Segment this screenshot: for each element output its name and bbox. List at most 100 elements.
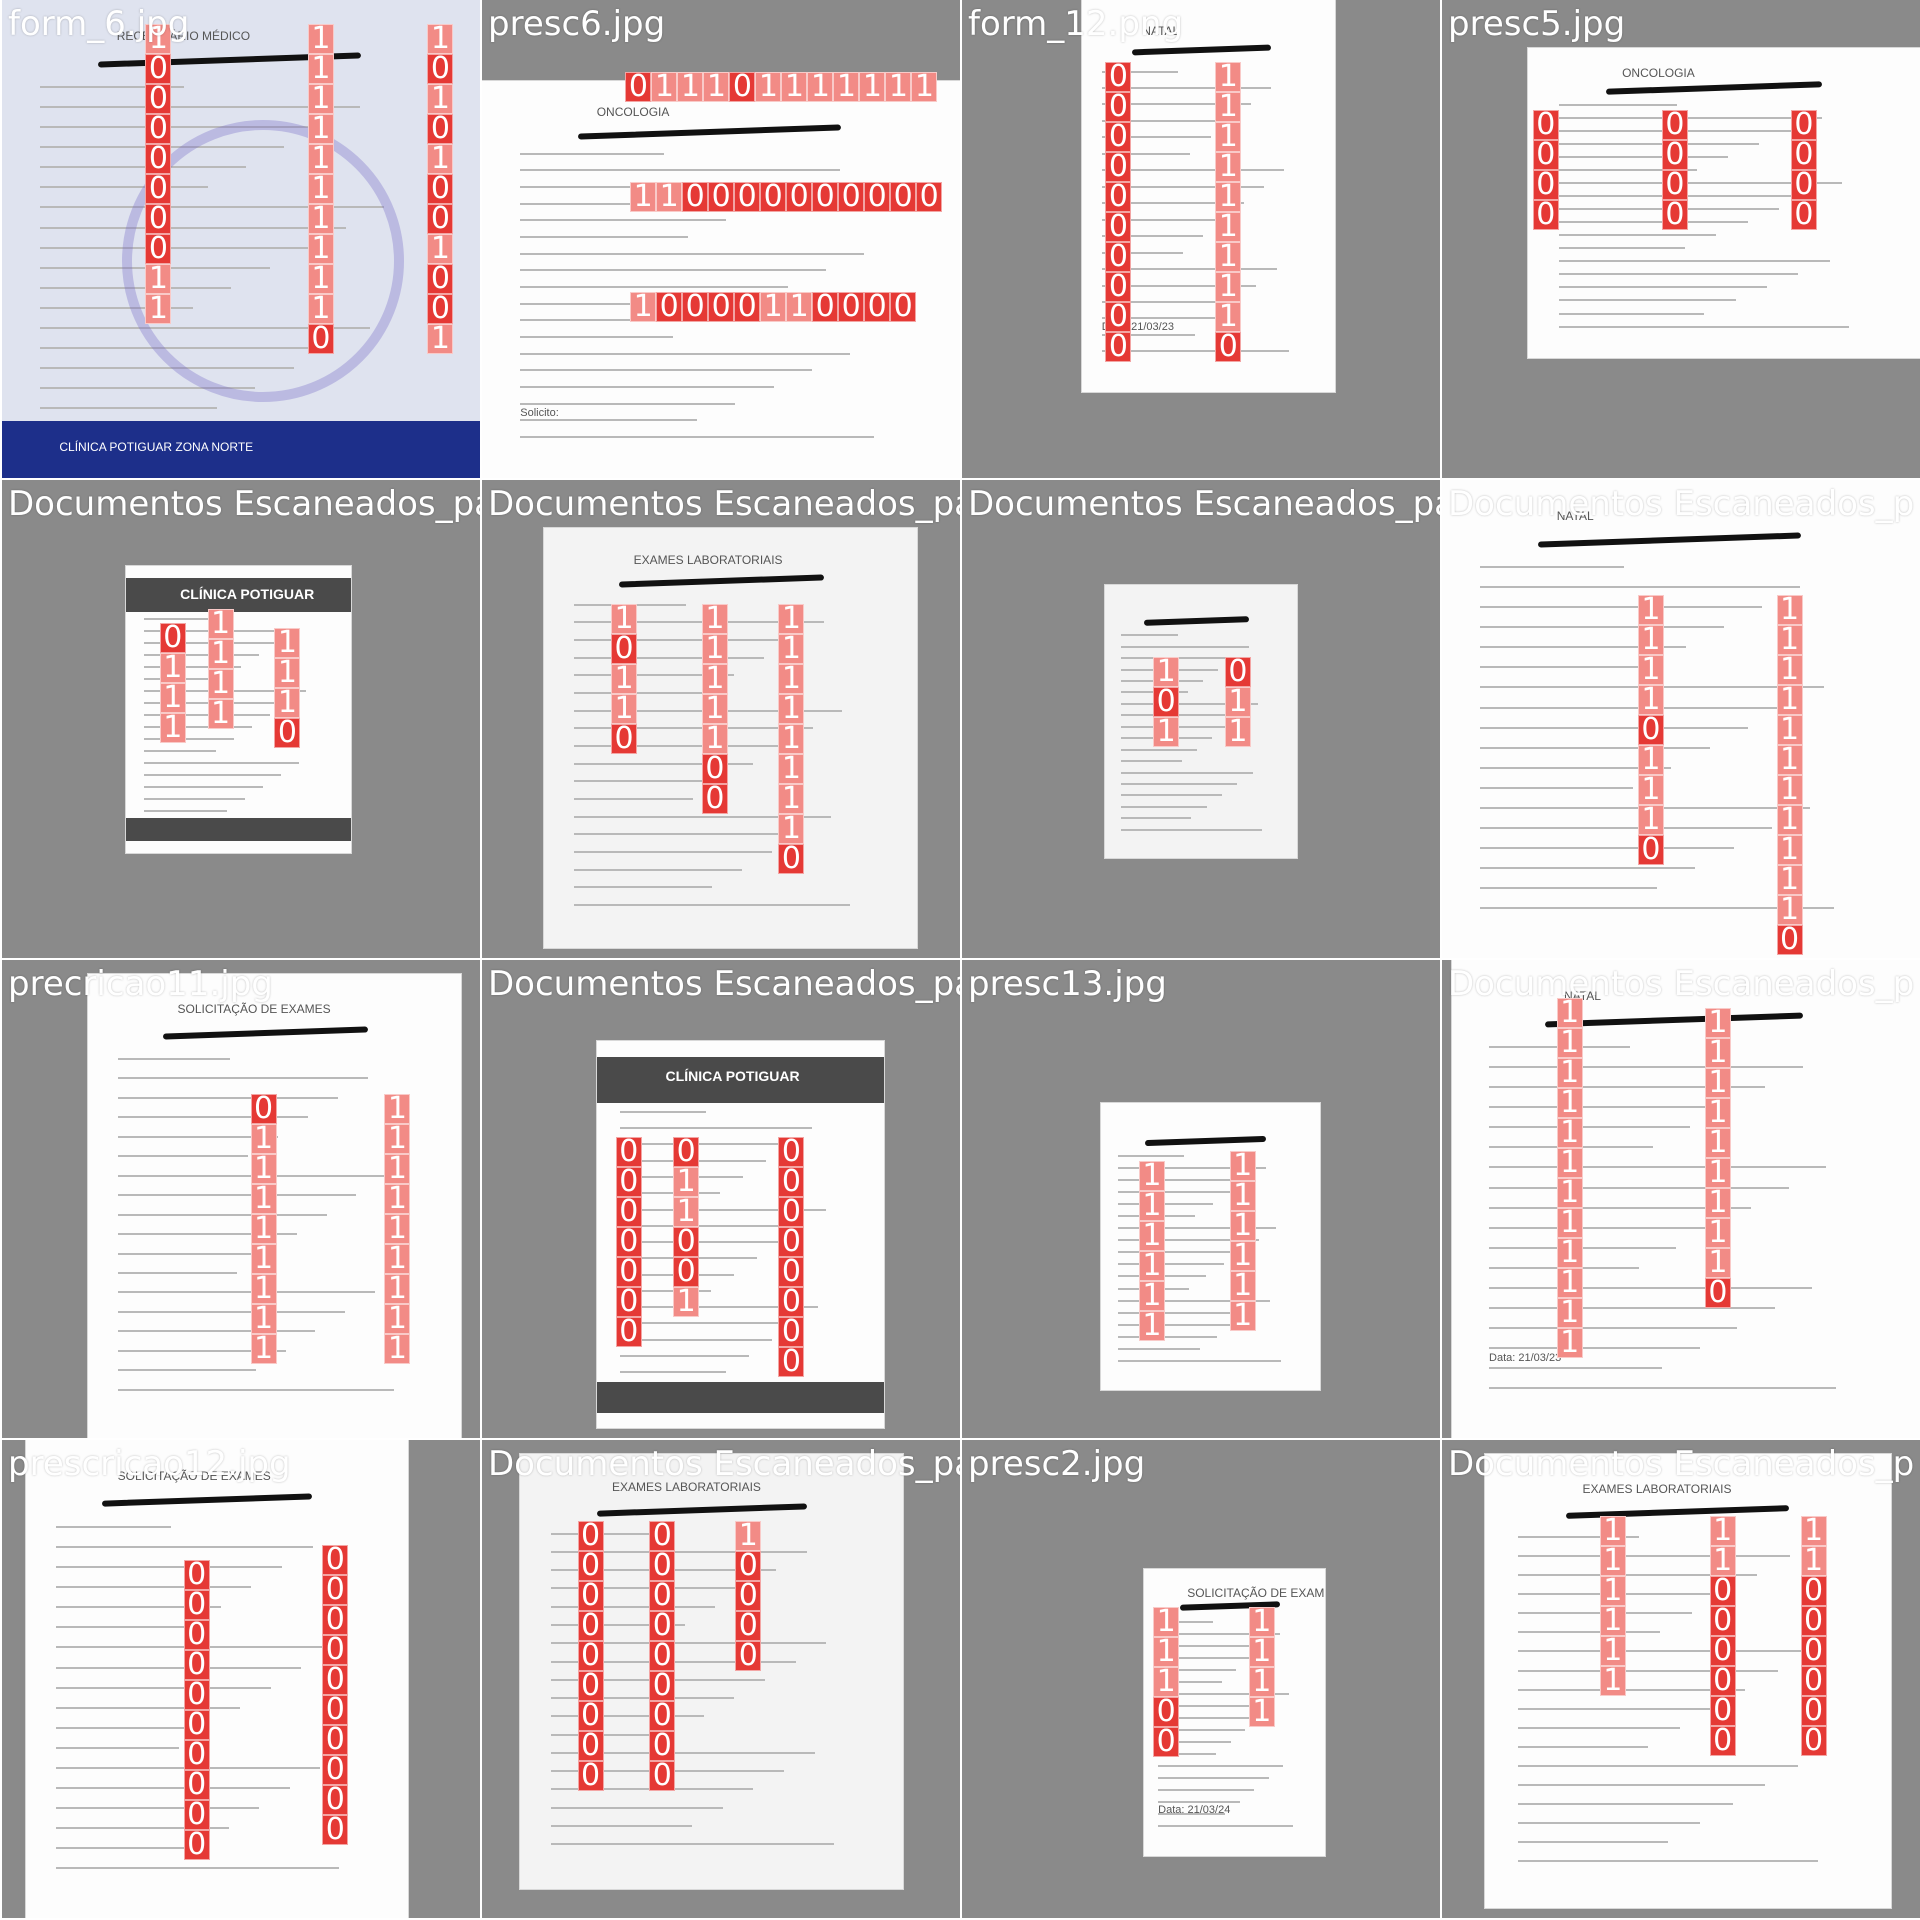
prediction-cell: 0 xyxy=(615,1286,642,1317)
prediction-column: 0000000000 xyxy=(322,1545,349,1846)
document-line xyxy=(1480,606,1763,609)
document-line xyxy=(1517,1784,1766,1786)
document-line xyxy=(117,1291,376,1294)
document-line xyxy=(56,1586,252,1589)
prediction-cell: 1 xyxy=(1215,92,1242,123)
document-line xyxy=(1480,746,1710,749)
prediction-column: 111111111111 xyxy=(1556,998,1583,1359)
document-line xyxy=(1118,1155,1185,1157)
prediction-cell: 0 xyxy=(1532,169,1559,200)
image-filename-label: Documentos Escaneados_page-0001.jpg xyxy=(8,484,480,524)
prediction-cell: 1 xyxy=(1229,1241,1256,1272)
document-line xyxy=(1120,828,1263,831)
prediction-cell: 0 xyxy=(890,291,917,322)
prediction-cell: 1 xyxy=(384,1303,411,1334)
prediction-cell: 0 xyxy=(615,1196,642,1227)
result-tile: ONCOLOGIA Solicito: 0 1 1 1 0 1 1 1 1 1 1 1 1 1 0 0 0 0 0 0 0 0… xyxy=(482,0,960,478)
prediction-cell: 1 xyxy=(159,713,186,744)
footer-band xyxy=(126,818,351,842)
prediction-cell: 1 xyxy=(1709,1516,1736,1547)
document-line xyxy=(520,235,688,238)
prediction-column: 011101111111 xyxy=(625,71,938,102)
document-line xyxy=(1489,1166,1827,1169)
prediction-cell: 1 xyxy=(701,724,728,755)
prediction-column: 0000000000 xyxy=(183,1559,210,1860)
prediction-cell: 0 xyxy=(183,1649,210,1680)
document-line xyxy=(1158,1765,1284,1768)
image-filename-label: presc13.jpg xyxy=(968,964,1167,1004)
prediction-cell: 0 xyxy=(250,1093,277,1124)
prediction-cell: 1 xyxy=(673,1196,700,1227)
document-line xyxy=(1559,299,1736,302)
result-tile: EXAMES LABORATORIAIS 1 1 1 1 1 1 1 1 0 0 0 0 0 0 1 1 0 0 0 0… xyxy=(1442,1440,1920,1918)
prediction-cell: 1 xyxy=(656,181,683,212)
prediction-cell: 0 xyxy=(778,1346,805,1377)
prediction-cell: 0 xyxy=(1224,656,1251,687)
prediction-cell: 1 xyxy=(427,233,454,264)
prediction-cell: 1 xyxy=(673,1166,700,1197)
prediction-cell: 0 xyxy=(1105,242,1132,273)
prediction-cell: 0 xyxy=(838,181,865,212)
prediction-cell: 1 xyxy=(250,1303,277,1334)
document-line xyxy=(56,1526,172,1529)
document-image xyxy=(1100,1103,1321,1391)
document-line xyxy=(619,1354,749,1357)
prediction-cell: 1 xyxy=(781,71,808,102)
prediction-cell: 1 xyxy=(1224,686,1251,717)
image-filename-label: Documentos Escaneados_p xyxy=(1448,484,1915,524)
document-line xyxy=(1120,771,1253,774)
prediction-cell: 1 xyxy=(1556,1028,1583,1059)
prediction-cell: 0 xyxy=(1105,62,1132,93)
prediction-cell: 1 xyxy=(1556,1238,1583,1269)
prediction-cell: 0 xyxy=(1709,1666,1736,1697)
prediction-cell: 1 xyxy=(1224,716,1251,747)
document-line xyxy=(619,1110,706,1113)
prediction-cell: 0 xyxy=(1709,1606,1736,1637)
prediction-cell: 0 xyxy=(1105,152,1132,183)
prediction-cell: 1 xyxy=(1229,1211,1256,1242)
prediction-column: 000000000 xyxy=(649,1521,676,1792)
image-filename-label: form_12.png xyxy=(968,4,1184,44)
document-line xyxy=(1559,325,1850,328)
document-line xyxy=(1480,726,1748,729)
document-line xyxy=(144,774,282,777)
prediction-cell: 1 xyxy=(1556,1058,1583,1089)
document-line xyxy=(1480,786,1634,789)
document-line xyxy=(520,369,812,372)
prediction-cell: 1 xyxy=(1704,1157,1731,1188)
prediction-column: 011001 xyxy=(673,1136,700,1317)
document-line xyxy=(1118,1359,1281,1362)
prediction-cell: 0 xyxy=(1790,199,1817,230)
prediction-cell: 1 xyxy=(859,71,886,102)
document-line xyxy=(619,1241,781,1244)
prediction-cell: 0 xyxy=(735,1551,762,1582)
prediction-cell: 0 xyxy=(778,844,805,875)
document-line xyxy=(56,1566,283,1569)
document-line xyxy=(117,1155,249,1158)
prediction-column: 111111 xyxy=(1138,1160,1165,1341)
document-title: SOLICITAÇÃO DE EXAMES xyxy=(177,1002,331,1017)
prediction-cell: 0 xyxy=(615,1166,642,1197)
prediction-cell: 1 xyxy=(611,664,638,695)
prediction-cell: 1 xyxy=(207,669,234,700)
prediction-cell: 1 xyxy=(427,23,454,54)
prediction-cell: 0 xyxy=(649,1701,676,1732)
prediction-column: 1111 xyxy=(207,609,234,730)
prediction-cell: 1 xyxy=(1637,624,1664,655)
prediction-cell: 0 xyxy=(778,1226,805,1257)
prediction-cell: 0 xyxy=(322,1665,349,1696)
prediction-column: 1110 xyxy=(274,628,301,749)
document-line xyxy=(573,797,694,800)
prediction-cell: 0 xyxy=(611,724,638,755)
prediction-cell: 0 xyxy=(322,1725,349,1756)
prediction-cell: 0 xyxy=(729,71,756,102)
document-line xyxy=(1559,247,1685,250)
document-line xyxy=(1517,1822,1701,1825)
prediction-cell: 0 xyxy=(322,1575,349,1606)
document-line xyxy=(56,1787,290,1790)
document-line xyxy=(1517,1803,1733,1806)
redaction-scribble xyxy=(596,1502,808,1517)
document-line xyxy=(144,786,264,789)
document-footer: CLÍNICA POTIGUAR ZONA NORTE xyxy=(59,440,254,455)
prediction-cell: 0 xyxy=(427,263,454,294)
